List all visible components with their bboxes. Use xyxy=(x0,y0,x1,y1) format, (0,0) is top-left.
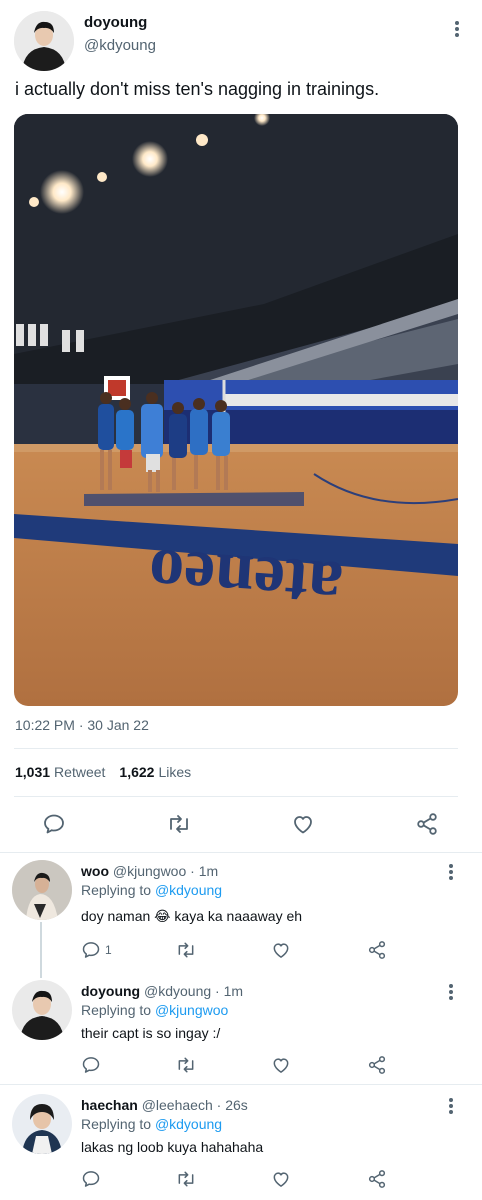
likes-stat[interactable]: 1,622 Likes xyxy=(119,764,191,780)
share-button[interactable] xyxy=(367,1169,387,1189)
replying-label: Replying to xyxy=(81,882,152,898)
more-options-icon[interactable] xyxy=(443,862,459,882)
reply-button[interactable] xyxy=(81,1055,101,1075)
reply-author-handle[interactable]: @kdyoung xyxy=(144,983,211,999)
reply-author-name[interactable]: haechan xyxy=(81,1097,138,1113)
reply-icon xyxy=(82,1057,100,1073)
thread-connector xyxy=(40,922,42,978)
retweet-count: 1,031 xyxy=(15,764,51,780)
like-button[interactable] xyxy=(271,940,291,960)
reply-time[interactable]: · 1m xyxy=(190,863,218,879)
avatar-image xyxy=(12,1094,72,1154)
reply-author-handle[interactable]: @leehaech xyxy=(142,1097,213,1113)
replying-to-handle[interactable]: @kdyoung xyxy=(155,1116,222,1132)
replying-to: Replying to @kdyoung xyxy=(81,1116,222,1132)
share-button[interactable] xyxy=(415,812,439,836)
share-button[interactable] xyxy=(367,1055,387,1075)
retweet-icon xyxy=(178,1171,194,1187)
author-name[interactable]: doyoung xyxy=(84,14,147,31)
reply-button[interactable]: 1 xyxy=(81,940,112,960)
like-button[interactable] xyxy=(271,1169,291,1189)
retweet-button[interactable] xyxy=(175,1055,197,1075)
tweet-timestamp[interactable]: 10:22 PM · 30 Jan 22 xyxy=(15,717,149,733)
replying-to-handle[interactable]: @kjungwoo xyxy=(155,1002,228,1018)
heart-icon xyxy=(294,816,312,834)
likes-label: Likes xyxy=(158,764,192,780)
tweet-stats: 1,031 Retweet 1,622 Likes xyxy=(15,764,191,780)
replying-to-handle[interactable]: @kdyoung xyxy=(155,882,222,898)
reply-header: doyoung @kdyoung · 1m xyxy=(81,983,243,999)
reply-icon xyxy=(82,1171,100,1187)
retweet-label: Retweet xyxy=(54,764,106,780)
replying-to: Replying to @kjungwoo xyxy=(81,1002,228,1018)
share-icon xyxy=(368,1056,386,1074)
divider xyxy=(14,748,458,749)
reply-text: their capt is so ingay :/ xyxy=(81,1025,221,1041)
likes-count: 1,622 xyxy=(119,764,155,780)
share-icon xyxy=(417,813,437,835)
reply-text: doy naman 😂 kaya ka naaaway eh xyxy=(81,908,303,924)
more-options-icon[interactable] xyxy=(443,1096,459,1116)
retweet-button[interactable] xyxy=(175,1169,197,1189)
avatar[interactable] xyxy=(12,860,72,920)
heart-icon xyxy=(273,1172,289,1187)
divider xyxy=(0,852,482,853)
reply-author-name[interactable]: doyoung xyxy=(81,983,140,999)
avatar[interactable] xyxy=(12,980,72,1040)
reply-icon xyxy=(82,942,100,958)
avatar-image xyxy=(14,11,74,71)
like-button[interactable] xyxy=(271,1055,291,1075)
avatar-image xyxy=(12,860,72,920)
reply-header: haechan @leehaech · 26s xyxy=(81,1097,248,1113)
reply-author-handle[interactable]: @kjungwoo xyxy=(113,863,186,879)
reply-button[interactable] xyxy=(81,1169,101,1189)
reply-author-name[interactable]: woo xyxy=(81,863,109,879)
reply-text: lakas ng loob kuya hahahaha xyxy=(81,1139,264,1155)
retweet-button[interactable] xyxy=(166,812,192,836)
reply-count: 1 xyxy=(105,943,112,957)
reply-icon xyxy=(44,814,64,834)
court-floor-text: ateneo xyxy=(146,534,345,624)
reply-actions: 1 xyxy=(81,940,112,960)
reply-button[interactable] xyxy=(42,812,66,836)
replying-label: Replying to xyxy=(81,1116,152,1132)
retweet-stat[interactable]: 1,031 Retweet xyxy=(15,764,105,780)
reply-time[interactable]: · 26s xyxy=(217,1097,248,1113)
share-button[interactable] xyxy=(367,940,387,960)
heart-icon xyxy=(273,943,289,958)
tweet-text: i actually don't miss ten's nagging in t… xyxy=(15,79,380,99)
gym-photo-illustration: ateneo xyxy=(14,114,458,706)
tweet-photo[interactable]: ateneo xyxy=(14,114,458,706)
more-options-icon[interactable] xyxy=(449,19,465,39)
like-button[interactable] xyxy=(291,812,315,836)
heart-icon xyxy=(273,1058,289,1073)
author-handle[interactable]: @kdyoung xyxy=(84,37,156,54)
replying-label: Replying to xyxy=(81,1002,152,1018)
more-options-icon[interactable] xyxy=(443,982,459,1002)
retweet-icon xyxy=(178,1057,194,1073)
retweet-button[interactable] xyxy=(175,940,197,960)
avatar[interactable] xyxy=(14,11,74,71)
share-icon xyxy=(368,1170,386,1188)
avatar[interactable] xyxy=(12,1094,72,1154)
retweet-icon xyxy=(178,942,194,958)
divider xyxy=(14,796,458,797)
retweet-icon xyxy=(170,815,188,833)
replying-to: Replying to @kdyoung xyxy=(81,882,222,898)
avatar-image xyxy=(12,980,72,1040)
reply-time[interactable]: · 1m xyxy=(215,983,243,999)
reply-header: woo @kjungwoo · 1m xyxy=(81,863,218,879)
divider xyxy=(0,1084,482,1085)
share-icon xyxy=(368,941,386,959)
